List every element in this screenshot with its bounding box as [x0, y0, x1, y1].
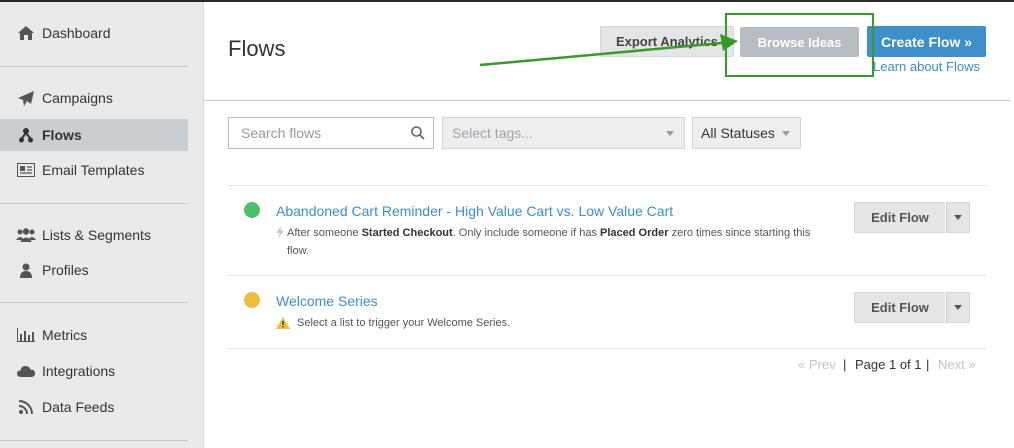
sidebar-item-label: Profiles	[42, 262, 89, 278]
desc-metric: Placed Order	[600, 227, 669, 239]
trigger-bolt-icon	[276, 225, 284, 243]
create-flow-button[interactable]: Create Flow »	[867, 26, 986, 57]
desc-metric: Started Checkout	[361, 227, 453, 239]
pagination-separator: |	[843, 357, 847, 372]
search-icon[interactable]	[411, 126, 425, 145]
sidebar-item-label: Data Feeds	[42, 399, 115, 415]
status-select-value: All Statuses	[701, 125, 775, 141]
rss-icon	[16, 399, 36, 415]
page-title: Flows	[228, 36, 286, 61]
paper-plane-icon	[16, 90, 36, 106]
edit-flow-button[interactable]: Edit Flow	[854, 292, 945, 323]
sidebar-item-dashboard[interactable]: Dashboard	[0, 17, 188, 49]
list-divider	[228, 185, 987, 186]
users-icon	[16, 227, 36, 243]
edit-flow-dropdown[interactable]	[946, 292, 970, 323]
desc-text: . Only include someone if has	[452, 227, 601, 239]
sidebar-item-label: Email Templates	[42, 162, 145, 178]
edit-flow-button[interactable]: Edit Flow	[854, 202, 945, 233]
chevron-down-icon	[954, 215, 962, 220]
bar-chart-icon	[16, 327, 36, 343]
home-icon	[16, 25, 36, 41]
sidebar-item-label: Integrations	[42, 363, 116, 379]
list-divider	[228, 348, 987, 349]
chevron-down-icon	[666, 131, 674, 136]
sidebar-item-data-feeds[interactable]: Data Feeds	[0, 391, 188, 423]
sidebar-divider	[0, 203, 188, 204]
sidebar-item-lists-segments[interactable]: Lists & Segments	[0, 219, 188, 251]
sidebar-item-label: Campaigns	[42, 90, 113, 106]
desc-text: After someone	[287, 227, 362, 239]
flow-name-link[interactable]: Abandoned Cart Reminder - High Value Car…	[276, 203, 673, 219]
user-icon	[16, 262, 36, 278]
chevron-down-icon	[782, 131, 790, 136]
newspaper-icon	[16, 162, 36, 178]
status-draft-dot	[244, 292, 260, 308]
list-divider	[228, 275, 987, 276]
sidebar-item-label: Metrics	[42, 327, 88, 343]
sidebar-item-label: Flows	[42, 127, 82, 143]
status-live-dot	[244, 202, 260, 218]
pagination-prev[interactable]: « Prev	[798, 357, 836, 372]
annotation-arrow-icon	[479, 34, 738, 67]
flow-description: Select a list to trigger your Welcome Se…	[297, 317, 511, 329]
learn-about-flows-link[interactable]: Learn about Flows	[873, 59, 980, 74]
sidebar-item-profiles[interactable]: Profiles	[0, 254, 188, 286]
sidebar: Dashboard Campaigns Flows Email Template…	[0, 2, 204, 448]
warning-icon	[276, 316, 290, 334]
sidebar-divider	[0, 440, 188, 441]
sidebar-item-label: Lists & Segments	[42, 227, 151, 243]
header-divider	[204, 100, 1010, 101]
flow-name-link[interactable]: Welcome Series	[276, 293, 378, 309]
cloud-icon	[16, 363, 36, 379]
pagination-status: Page 1 of 1	[855, 357, 922, 372]
tags-select-placeholder: Select tags...	[452, 125, 533, 141]
flow-description: After someone Started Checkout. Only inc…	[287, 224, 827, 260]
tags-select[interactable]: Select tags...	[442, 117, 685, 149]
pagination-next[interactable]: Next »	[938, 357, 976, 372]
sidebar-item-metrics[interactable]: Metrics	[0, 319, 188, 351]
sidebar-item-campaigns[interactable]: Campaigns	[0, 82, 188, 114]
flows-icon	[16, 127, 36, 143]
edit-flow-dropdown[interactable]	[946, 202, 970, 233]
sidebar-divider	[0, 302, 188, 303]
pagination-separator: |	[926, 357, 930, 372]
sidebar-item-integrations[interactable]: Integrations	[0, 355, 188, 387]
search-flows-field[interactable]	[228, 117, 434, 149]
sidebar-item-label: Dashboard	[42, 25, 111, 41]
chevron-down-icon	[954, 305, 962, 310]
sidebar-item-email-templates[interactable]: Email Templates	[0, 154, 188, 186]
search-input[interactable]	[229, 118, 433, 148]
status-select[interactable]: All Statuses	[692, 117, 801, 149]
sidebar-divider	[0, 66, 188, 67]
sidebar-item-flows[interactable]: Flows	[0, 119, 188, 151]
